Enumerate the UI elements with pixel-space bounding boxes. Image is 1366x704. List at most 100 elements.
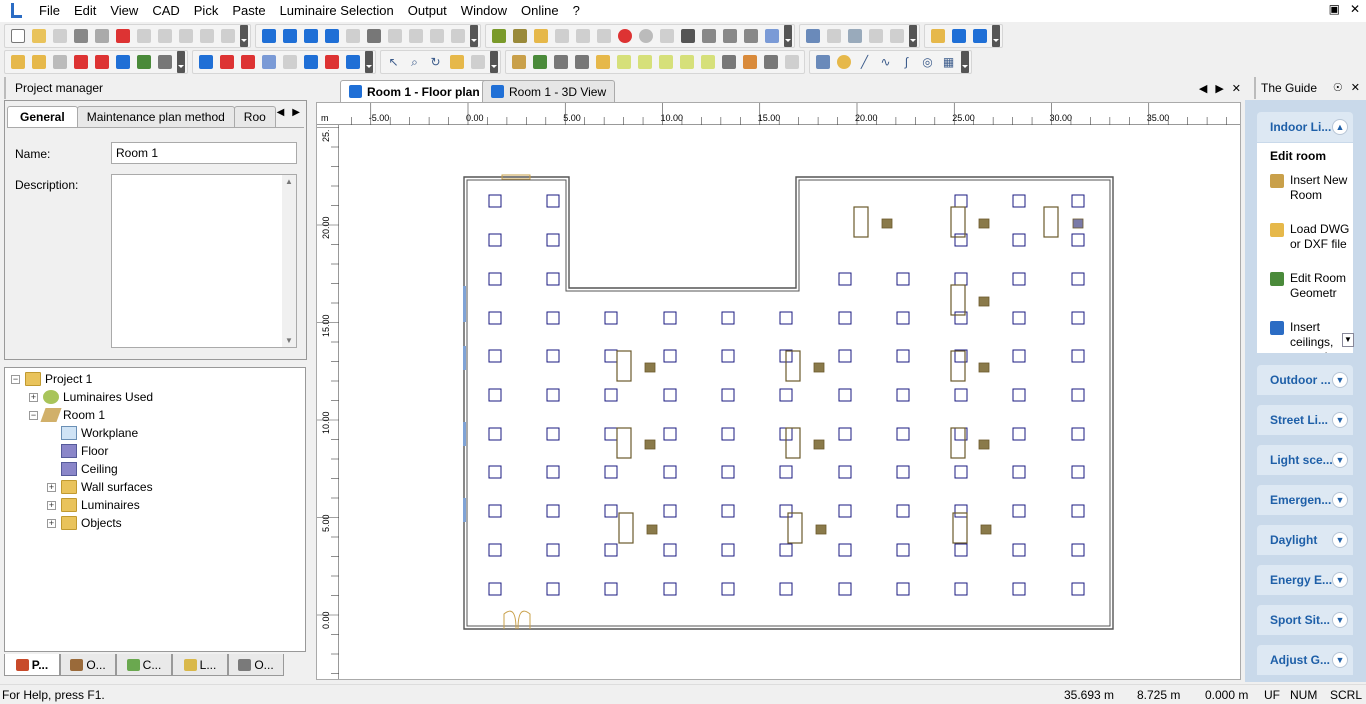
guide-section[interactable]: Emergen... ▼ bbox=[1257, 485, 1353, 515]
tree-item[interactable]: Floor bbox=[47, 442, 108, 460]
tree-item[interactable]: + Luminaires Used bbox=[29, 388, 153, 406]
walk-icon[interactable] bbox=[467, 52, 488, 72]
open-folder-icon[interactable] bbox=[28, 26, 49, 46]
zoom-icon[interactable]: ⌕ bbox=[404, 52, 425, 72]
guide-action[interactable]: Insert New Room bbox=[1270, 173, 1350, 203]
toolbar-options-icon[interactable] bbox=[909, 25, 917, 47]
room-edit-icon[interactable] bbox=[509, 26, 530, 46]
obj-window-icon[interactable] bbox=[571, 52, 592, 72]
snap-g-icon[interactable] bbox=[342, 52, 363, 72]
dim3-icon[interactable] bbox=[740, 26, 761, 46]
guide-section[interactable]: Light sce... ▼ bbox=[1257, 445, 1353, 475]
tree-item[interactable]: + Objects bbox=[47, 514, 122, 532]
select-area-icon[interactable] bbox=[112, 52, 133, 72]
tools-icon[interactable] bbox=[447, 26, 468, 46]
copy-icon[interactable] bbox=[154, 26, 175, 46]
target-icon[interactable] bbox=[614, 26, 635, 46]
expand-icon[interactable]: ▼ bbox=[1332, 652, 1348, 668]
select-lum-icon[interactable] bbox=[28, 52, 49, 72]
ruler-icon[interactable] bbox=[886, 26, 907, 46]
object-icon[interactable] bbox=[551, 26, 572, 46]
area-f-icon[interactable] bbox=[718, 52, 739, 72]
draw-polyline-icon[interactable]: ∿ bbox=[875, 52, 896, 72]
expand-icon[interactable]: ▼ bbox=[1332, 532, 1348, 548]
snap-a-icon[interactable] bbox=[195, 52, 216, 72]
sphere-icon[interactable] bbox=[635, 26, 656, 46]
cut-icon[interactable] bbox=[133, 26, 154, 46]
link2-icon[interactable] bbox=[405, 26, 426, 46]
tree-item[interactable]: Workplane bbox=[47, 424, 138, 442]
refresh-icon[interactable] bbox=[823, 26, 844, 46]
toolbar-options-icon[interactable] bbox=[240, 25, 248, 47]
close-document-icon[interactable]: ✕ bbox=[1232, 82, 1241, 95]
prev-tab-icon[interactable]: ◀ bbox=[1199, 82, 1207, 95]
draw-circle-icon[interactable]: ◎ bbox=[917, 52, 938, 72]
menu-online[interactable]: Online bbox=[514, 0, 566, 22]
paste-icon[interactable] bbox=[175, 26, 196, 46]
guide-section[interactable]: Energy E... ▼ bbox=[1257, 565, 1353, 595]
menu-help[interactable]: ? bbox=[566, 0, 587, 22]
arrow-icon[interactable] bbox=[656, 26, 677, 46]
snap-c-icon[interactable] bbox=[237, 52, 258, 72]
bottom-tab[interactable]: P... bbox=[4, 654, 60, 676]
expand-icon[interactable]: + bbox=[29, 392, 38, 402]
description-field[interactable]: ▲ ▼ bbox=[111, 174, 297, 348]
select-wall-icon[interactable] bbox=[91, 52, 112, 72]
expand-icon[interactable]: ▼ bbox=[1332, 452, 1348, 468]
snap-f-icon[interactable] bbox=[321, 52, 342, 72]
tab-3d-view[interactable]: Room 1 - 3D View bbox=[482, 80, 616, 102]
tab-scroll-left-icon[interactable]: ◀ bbox=[277, 107, 285, 118]
snap-e-icon[interactable] bbox=[300, 52, 321, 72]
pin-icon[interactable]: ☉ bbox=[1333, 77, 1343, 99]
measure-icon[interactable] bbox=[781, 52, 802, 72]
tab-maintenance-plan-method[interactable]: Maintenance plan method bbox=[76, 106, 235, 128]
tab-floor-plan[interactable]: Room 1 - Floor plan bbox=[340, 80, 489, 102]
guide-section[interactable]: Adjust G... ▼ bbox=[1257, 645, 1353, 675]
toolbar-options-icon[interactable] bbox=[992, 25, 1000, 47]
obj-box-icon[interactable] bbox=[508, 52, 529, 72]
object2-icon[interactable] bbox=[572, 26, 593, 46]
sparkle-icon[interactable] bbox=[927, 26, 948, 46]
toolbar-options-icon[interactable] bbox=[470, 25, 478, 47]
next-tab-icon[interactable]: ▶ bbox=[1215, 82, 1223, 95]
obj-tree-icon[interactable] bbox=[529, 52, 550, 72]
expand-icon[interactable]: + bbox=[47, 482, 56, 492]
tree-item[interactable]: + Luminaires bbox=[47, 496, 140, 514]
floor-plan-icon[interactable] bbox=[279, 26, 300, 46]
snap-b-icon[interactable] bbox=[216, 52, 237, 72]
pan-hand-icon[interactable] bbox=[446, 52, 467, 72]
close-guide-icon[interactable]: ✕ bbox=[1351, 77, 1360, 99]
expand-icon[interactable]: ▼ bbox=[1332, 372, 1348, 388]
guide-section[interactable]: Street Li... ▼ bbox=[1257, 405, 1353, 435]
dim-icon[interactable] bbox=[698, 26, 719, 46]
undo-icon[interactable] bbox=[196, 26, 217, 46]
menu-paste[interactable]: Paste bbox=[225, 0, 272, 22]
area-e-icon[interactable] bbox=[697, 52, 718, 72]
tree-item[interactable]: − Project 1 bbox=[11, 370, 92, 388]
layout-rows-icon[interactable] bbox=[948, 26, 969, 46]
toolbar-options-icon[interactable] bbox=[961, 51, 969, 73]
menu-window[interactable]: Window bbox=[454, 0, 514, 22]
toolbar-options-icon[interactable] bbox=[490, 51, 498, 73]
name-field[interactable]: Room 1 bbox=[111, 142, 297, 164]
obj-door-icon[interactable] bbox=[592, 52, 613, 72]
expand-icon[interactable]: ▼ bbox=[1332, 572, 1348, 588]
collapse-icon[interactable]: ▲ bbox=[1332, 119, 1348, 135]
new-file-icon[interactable] bbox=[7, 26, 28, 46]
light-bulb-icon[interactable] bbox=[833, 52, 854, 72]
expand-icon[interactable]: ▼ bbox=[1332, 412, 1348, 428]
guide-section-indoor[interactable]: Indoor Li... ▲ bbox=[1257, 112, 1353, 142]
guide-section[interactable]: Sport Sit... ▼ bbox=[1257, 605, 1353, 635]
area-b-icon[interactable] bbox=[634, 52, 655, 72]
side-view-icon[interactable] bbox=[300, 26, 321, 46]
area-d-icon[interactable] bbox=[676, 52, 697, 72]
link3-icon[interactable] bbox=[426, 26, 447, 46]
expand-icon[interactable]: + bbox=[47, 500, 56, 510]
print-preview-icon[interactable] bbox=[91, 26, 112, 46]
link-icon[interactable] bbox=[384, 26, 405, 46]
rotate-icon[interactable]: ↻ bbox=[425, 52, 446, 72]
search-icon[interactable] bbox=[865, 26, 886, 46]
select-obj-icon[interactable] bbox=[49, 52, 70, 72]
collapse-icon[interactable]: − bbox=[11, 374, 20, 384]
snap-dxf-icon[interactable] bbox=[258, 52, 279, 72]
